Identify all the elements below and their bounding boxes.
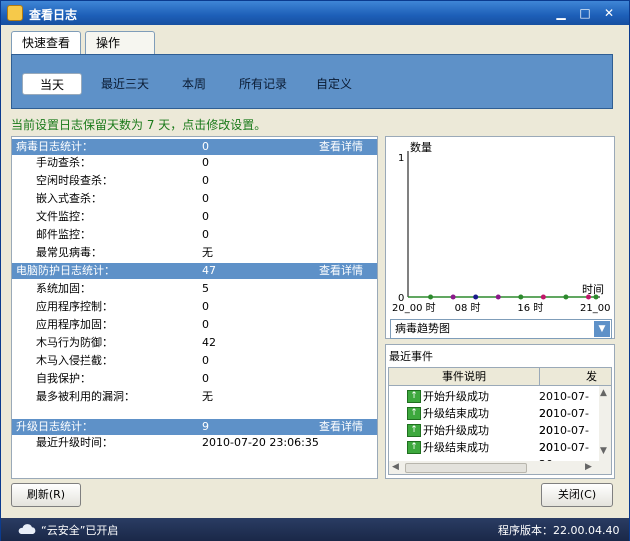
close-button[interactable]: 关闭(C) xyxy=(541,483,613,507)
upgrade-arrow-icon: ↑ xyxy=(407,390,421,403)
data-point xyxy=(540,294,546,300)
title-bar[interactable]: 查看日志 ▁ □ ✕ xyxy=(1,1,629,25)
maximize-icon[interactable]: □ xyxy=(576,5,594,21)
upgrade-arrow-icon: ↑ xyxy=(407,424,421,437)
scroll-down-icon[interactable]: ▼ xyxy=(600,446,607,456)
data-point xyxy=(518,294,524,300)
x-tick-label: 20_00 时 xyxy=(392,302,436,314)
stat-row: 最常见病毒：无 xyxy=(36,246,213,259)
filter-today[interactable]: 当天 xyxy=(22,73,82,95)
refresh-button[interactable]: 刷新(R) xyxy=(11,483,81,507)
cloud-icon xyxy=(18,524,36,534)
data-point xyxy=(428,294,434,300)
filter-last-three-days[interactable]: 最近三天 xyxy=(94,73,156,95)
scroll-left-icon[interactable]: ◀ xyxy=(392,462,399,472)
events-title: 最近事件 xyxy=(389,350,433,363)
filter-all-records[interactable]: 所有记录 xyxy=(232,73,294,95)
chart-type-value: 病毒趋势图 xyxy=(395,322,450,335)
scroll-thumb[interactable] xyxy=(405,463,527,473)
stat-row: 应用程序控制： 0 xyxy=(36,300,209,313)
section-value: 47 xyxy=(202,264,216,277)
data-point xyxy=(585,294,591,300)
x-tick-label: 16 时 xyxy=(517,302,543,314)
virus-details-link[interactable]: 查看详情 xyxy=(319,139,363,155)
stat-row: 木马入侵拦截： 0 xyxy=(36,354,209,367)
stat-row: 系统加固： 5 xyxy=(36,282,209,295)
data-point xyxy=(450,294,456,300)
stat-row: 空闲时段查杀： 0 xyxy=(36,174,209,187)
stat-row: 文件监控： 0 xyxy=(36,210,209,223)
list-item[interactable]: ↑ 开始升级成功 2010-07-20 xyxy=(389,422,599,454)
data-point xyxy=(563,294,569,300)
y-axis-label: 数量 xyxy=(410,141,432,154)
stat-row: 自我保护： 0 xyxy=(36,372,209,385)
virus-log-header: 病毒日志统计： 0 查看详情 xyxy=(12,139,377,155)
x-tick-label: 08 时 xyxy=(455,302,481,314)
tab-quick-view[interactable]: 快速查看 xyxy=(11,31,81,55)
status-bar: “云安全”已开启 程序版本：22.00.04.40 xyxy=(1,518,629,541)
stat-row: 最近升级时间： 2010-07-20 23:06:35 xyxy=(36,436,319,449)
close-icon[interactable]: ✕ xyxy=(600,5,618,21)
stat-row: 手动查杀： 0 xyxy=(36,156,209,169)
protection-details-link[interactable]: 查看详情 xyxy=(319,263,363,279)
list-item[interactable]: ↑ 开始升级成功 2010-07-20 xyxy=(389,388,599,420)
retention-notice-link[interactable]: 当前设置日志保留天数为 7 天，点击修改设置。 xyxy=(11,116,266,133)
cloud-security-status: “云安全”已开启 xyxy=(41,524,119,537)
window-title: 查看日志 xyxy=(29,8,78,22)
data-point xyxy=(495,294,501,300)
vertical-scrollbar[interactable]: ▲ ▼ xyxy=(599,386,611,474)
stat-row: 邮件监控： 0 xyxy=(36,228,209,241)
data-point xyxy=(473,294,479,300)
stat-row: 应用程序加固： 0 xyxy=(36,318,209,331)
log-viewer-window: 查看日志 ▁ □ ✕ 快速查看 操作 当天 最近三天 本周 所有记录 自定义 当… xyxy=(0,0,630,541)
y-tick-label: 1 xyxy=(398,153,404,164)
recent-events-panel: 最近事件 事件说明 发 ↑ 开始升级成功 2010-07-20 ↑ 升级结束成功 2… xyxy=(385,344,615,479)
list-item[interactable]: ↑ 升级结束成功2010-07-20 xyxy=(389,405,599,437)
section-title: 病毒日志统计： xyxy=(16,140,93,153)
update-log-header: 升级日志统计： 9 查看详情 xyxy=(12,419,377,435)
events-table: 事件说明 发 ↑ 开始升级成功 2010-07-20 ↑ 升级结束成功 2010-0… xyxy=(388,367,612,475)
statistics-panel: 病毒日志统计： 0 查看详情 手动查杀： 0 空闲时段查杀： 0 嵌入式查杀： 0 文… xyxy=(11,136,378,479)
scroll-up-icon[interactable]: ▲ xyxy=(600,388,607,398)
trend-chart: 数量时间0120_00 时08 时16 时21_00 时 xyxy=(392,141,624,314)
section-value: 0 xyxy=(202,140,209,153)
program-version: 程序版本：22.00.04.40 xyxy=(498,524,620,537)
x-tick-label: 21_00 时 xyxy=(580,302,614,314)
time-filter-bar: 当天 最近三天 本周 所有记录 自定义 xyxy=(11,54,613,109)
tab-actions[interactable]: 操作 xyxy=(85,31,155,54)
list-item[interactable]: ↑ 升级结束成功2010-07-20 xyxy=(389,439,599,471)
section-title: 电脑防护日志统计： xyxy=(16,264,115,277)
protection-log-header: 电脑防护日志统计： 47 查看详情 xyxy=(12,263,377,279)
chevron-down-icon[interactable]: ▼ xyxy=(594,321,610,337)
minimize-icon[interactable]: ▁ xyxy=(552,5,570,21)
upgrade-arrow-icon: ↑ xyxy=(407,407,421,420)
column-time[interactable]: 发 xyxy=(539,368,599,386)
events-table-header: 事件说明 发 xyxy=(389,368,611,386)
trend-chart-panel: 数量时间0120_00 时08 时16 时21_00 时 xyxy=(385,136,624,339)
filter-custom[interactable]: 自定义 xyxy=(310,73,358,95)
stat-row: 木马行为防御： 42 xyxy=(36,336,216,349)
filter-this-week[interactable]: 本周 xyxy=(172,73,216,95)
section-title: 升级日志统计： xyxy=(16,420,93,433)
stat-row: 嵌入式查杀： 0 xyxy=(36,192,209,205)
update-details-link[interactable]: 查看详情 xyxy=(319,419,363,435)
stat-row: 最多被利用的漏洞：无 xyxy=(36,390,213,403)
column-event-desc[interactable]: 事件说明 xyxy=(389,368,539,386)
tab-label: 快速查看 xyxy=(22,36,71,50)
horizontal-scrollbar[interactable]: ◀ ▶ xyxy=(389,461,599,474)
chart-type-select[interactable]: 病毒趋势图 ▼ xyxy=(390,319,612,339)
tab-label: 操作 xyxy=(96,36,121,50)
section-value: 9 xyxy=(202,420,209,433)
x-axis-label: 时间 xyxy=(582,283,604,296)
data-point xyxy=(593,294,599,300)
scroll-right-icon[interactable]: ▶ xyxy=(585,462,592,472)
upgrade-arrow-icon: ↑ xyxy=(407,441,421,454)
app-logo-icon xyxy=(7,5,23,21)
